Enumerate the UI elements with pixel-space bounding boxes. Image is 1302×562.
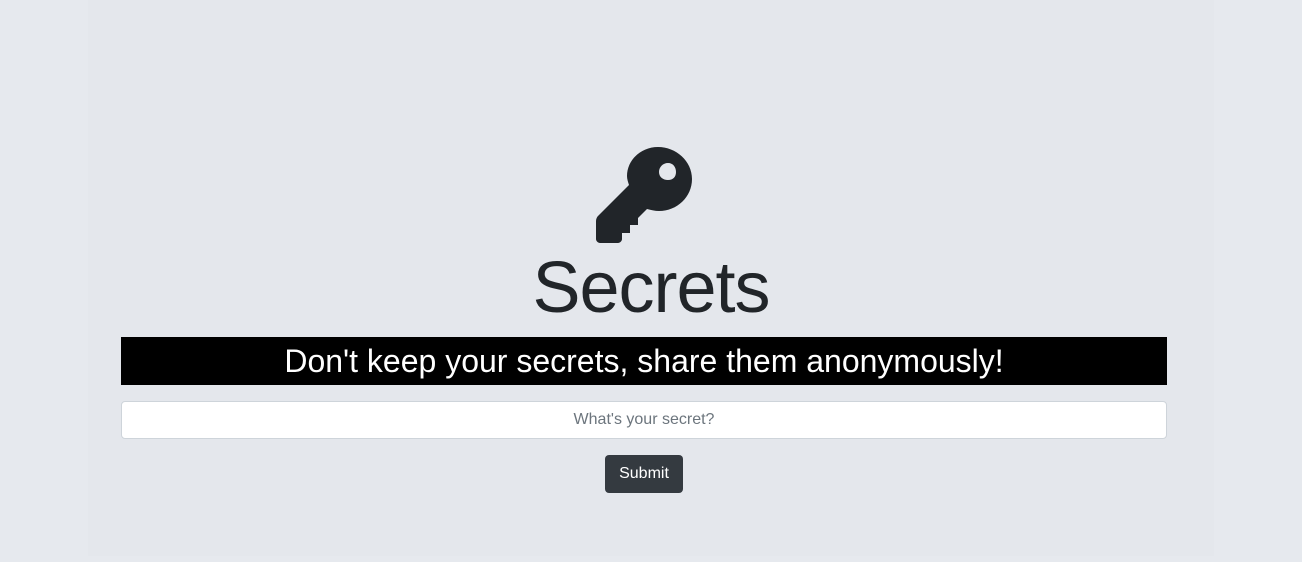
page-title: Secrets — [532, 248, 770, 328]
tagline-banner: Don't keep your secrets, share them anon… — [121, 337, 1167, 385]
key-icon — [596, 147, 692, 243]
secret-input[interactable] — [121, 401, 1167, 439]
submit-button[interactable]: Submit — [605, 455, 683, 493]
